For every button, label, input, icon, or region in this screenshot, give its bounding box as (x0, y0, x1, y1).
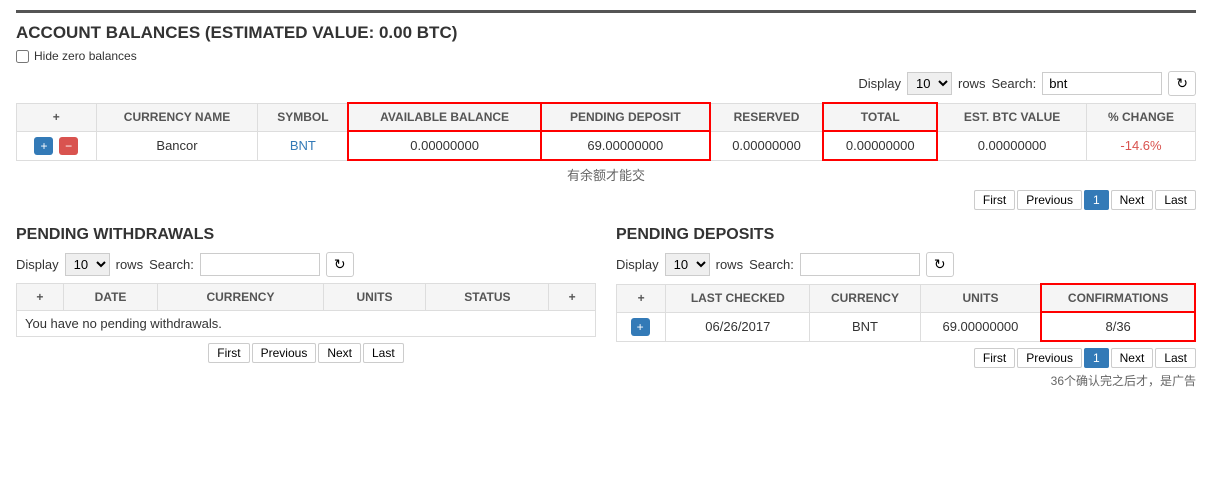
page-button[interactable]: 1 (1084, 190, 1109, 210)
d-next-button[interactable]: Next (1111, 348, 1154, 368)
expand-button[interactable]: + (34, 137, 53, 155)
w-previous-button[interactable]: Previous (252, 343, 317, 363)
first-button[interactable]: First (974, 190, 1015, 210)
w-col-date: DATE (63, 284, 158, 311)
w-col-units: UNITS (323, 284, 426, 311)
display-label: Display (858, 76, 901, 91)
w-pagination: First Previous Next Last (16, 343, 596, 363)
w-search-input[interactable] (200, 253, 320, 276)
d-row-action[interactable]: + (617, 312, 666, 341)
w-search-label: Search: (149, 257, 194, 272)
w-rows-label: rows (116, 257, 143, 272)
col-pct-change: % CHANGE (1087, 103, 1196, 131)
row-action[interactable]: + − (17, 131, 97, 160)
account-balances-table: + CURRENCY NAME SYMBOL AVAILABLE BALANCE… (16, 102, 1196, 161)
annotation-text: 有余额才能交 (16, 165, 1196, 184)
d-search-input[interactable] (800, 253, 920, 276)
d-units-cell: 69.00000000 (920, 312, 1041, 341)
w-col-plus2: + (549, 284, 596, 311)
refresh-button[interactable]: ↻ (1168, 71, 1196, 96)
currency-name-cell: Bancor (96, 131, 258, 160)
table-row: + − Bancor BNT 0.00000000 69.00000000 0.… (17, 131, 1196, 160)
d-pagination: First Previous 1 Next Last (616, 348, 1196, 368)
search-input[interactable] (1042, 72, 1162, 95)
d-currency-cell: BNT (810, 312, 920, 341)
account-balances-title: ACCOUNT BALANCES (ESTIMATED VALUE: 0.00 … (16, 23, 1196, 43)
search-label: Search: (991, 76, 1036, 91)
deposits-table: + LAST CHECKED CURRENCY UNITS CONFIRMATI… (616, 283, 1196, 342)
symbol-cell: BNT (258, 131, 348, 160)
w-display-label: Display (16, 257, 59, 272)
d-col-plus: + (617, 284, 666, 312)
w-first-button[interactable]: First (208, 343, 249, 363)
d-search-label: Search: (749, 257, 794, 272)
col-total: TOTAL (823, 103, 937, 131)
w-col-currency: CURRENCY (158, 284, 323, 311)
w-next-button[interactable]: Next (318, 343, 361, 363)
d-confirmations-cell: 8/36 (1041, 312, 1195, 341)
pct-change-cell: -14.6% (1087, 131, 1196, 160)
symbol-link[interactable]: BNT (290, 138, 316, 153)
col-symbol: SYMBOL (258, 103, 348, 131)
no-withdrawals-row: You have no pending withdrawals. (17, 311, 596, 337)
col-currency-name: CURRENCY NAME (96, 103, 258, 131)
total-cell: 0.00000000 (823, 131, 937, 160)
d-last-button[interactable]: Last (1155, 348, 1196, 368)
col-reserved: RESERVED (710, 103, 824, 131)
collapse-button[interactable]: − (59, 137, 78, 155)
w-last-button[interactable]: Last (363, 343, 404, 363)
d-col-units: UNITS (920, 284, 1041, 312)
d-first-button[interactable]: First (974, 348, 1015, 368)
withdrawals-table: + DATE CURRENCY UNITS STATUS + You have … (16, 283, 596, 337)
account-balances-section: ACCOUNT BALANCES (ESTIMATED VALUE: 0.00 … (16, 23, 1196, 210)
account-pagination: First Previous 1 Next Last (16, 190, 1196, 210)
deposits-title: PENDING DEPOSITS (616, 226, 1196, 244)
pending-deposits-section: PENDING DEPOSITS Display 10 25 rows Sear… (616, 226, 1196, 389)
hide-zero-checkbox[interactable] (16, 50, 29, 63)
col-plus: + (17, 103, 97, 131)
pending-deposit-cell: 69.00000000 (541, 131, 710, 160)
d-col-last-checked: LAST CHECKED (666, 284, 810, 312)
col-est-btc: EST. BTC VALUE (937, 103, 1086, 131)
d-display-select[interactable]: 10 25 (665, 253, 710, 276)
d-last-checked-cell: 06/26/2017 (666, 312, 810, 341)
d-display-label: Display (616, 257, 659, 272)
d-rows-label: rows (716, 257, 743, 272)
next-button[interactable]: Next (1111, 190, 1154, 210)
d-page-button[interactable]: 1 (1084, 348, 1109, 368)
w-display-select[interactable]: 10 25 (65, 253, 110, 276)
deposit-row: + 06/26/2017 BNT 69.00000000 8/36 (617, 312, 1196, 341)
col-available-balance: AVAILABLE BALANCE (348, 103, 541, 131)
d-col-currency: CURRENCY (810, 284, 920, 312)
col-pending-deposit: PENDING DEPOSIT (541, 103, 710, 131)
withdrawals-title: PENDING WITHDRAWALS (16, 226, 596, 244)
w-col-status: STATUS (426, 284, 549, 311)
no-withdrawals-message: You have no pending withdrawals. (17, 311, 596, 337)
last-button[interactable]: Last (1155, 190, 1196, 210)
display-select[interactable]: 10 25 50 (907, 72, 952, 95)
pending-withdrawals-section: PENDING WITHDRAWALS Display 10 25 rows S… (16, 226, 596, 389)
reserved-cell: 0.00000000 (710, 131, 824, 160)
corner-note: 36个确认完之后才，是广告 (616, 372, 1196, 389)
hide-zero-label: Hide zero balances (34, 49, 137, 63)
d-expand-button[interactable]: + (631, 318, 650, 336)
d-refresh-button[interactable]: ↻ (926, 252, 954, 277)
d-col-confirmations: CONFIRMATIONS (1041, 284, 1195, 312)
w-col-plus: + (17, 284, 64, 311)
rows-label: rows (958, 76, 985, 91)
previous-button[interactable]: Previous (1017, 190, 1082, 210)
d-previous-button[interactable]: Previous (1017, 348, 1082, 368)
available-balance-cell: 0.00000000 (348, 131, 541, 160)
w-refresh-button[interactable]: ↻ (326, 252, 354, 277)
est-btc-cell: 0.00000000 (937, 131, 1086, 160)
